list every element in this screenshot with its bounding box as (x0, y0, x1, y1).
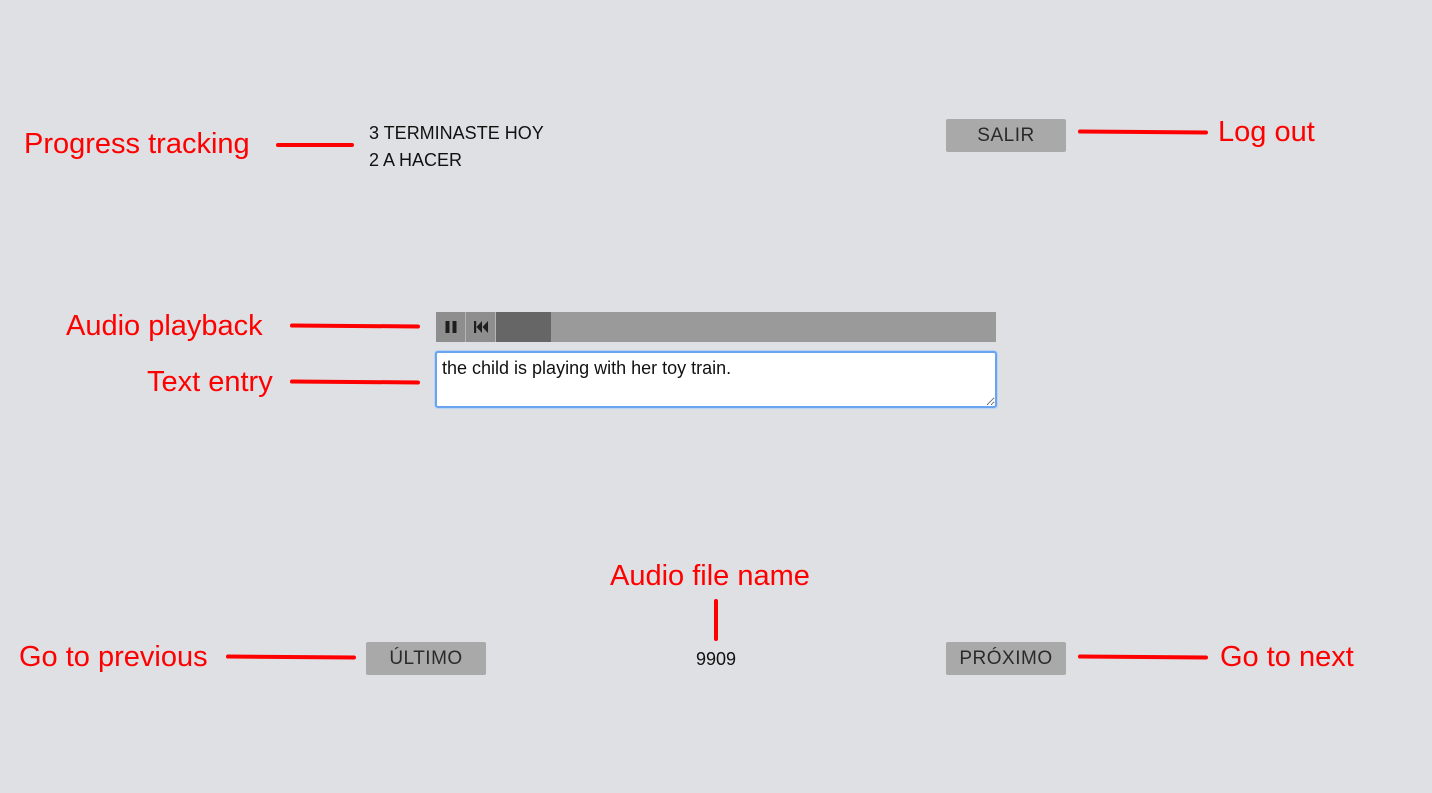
audio-file-name: 9909 (695, 649, 737, 669)
annotation-arrow-text-entry (289, 379, 421, 385)
skip-back-icon (473, 321, 488, 333)
annotation-arrow-logout (1077, 129, 1209, 135)
annotation-go-to-previous: Go to previous (19, 641, 208, 673)
next-button[interactable]: PRÓXIMO (946, 642, 1066, 675)
annotation-log-out: Log out (1218, 116, 1315, 148)
annotation-arrow-file-name (714, 599, 718, 641)
annotation-progress-tracking: Progress tracking (24, 128, 250, 160)
annotation-arrow-previous (225, 654, 357, 660)
progress-done-today: 3 TERMINASTE HOY (369, 123, 544, 143)
rewind-button[interactable] (466, 312, 496, 342)
annotation-arrow-progress (276, 143, 354, 147)
seek-bar[interactable] (496, 312, 996, 342)
annotation-go-to-next: Go to next (1220, 641, 1354, 673)
progress-to-do: 2 A HACER (369, 150, 463, 170)
pause-button[interactable] (436, 312, 466, 342)
previous-button[interactable]: ÚLTIMO (366, 642, 486, 675)
annotation-arrow-next (1077, 654, 1209, 660)
annotation-arrow-playback (289, 323, 421, 329)
annotation-audio-playback: Audio playback (66, 310, 263, 342)
audio-player (436, 312, 996, 342)
transcription-input[interactable]: the child is playing with her toy train. (435, 351, 997, 408)
seek-progress-fill (496, 312, 551, 342)
pause-icon (445, 321, 456, 333)
annotation-audio-file-name: Audio file name (610, 560, 810, 592)
logout-button[interactable]: SALIR (946, 119, 1066, 152)
annotation-text-entry: Text entry (147, 366, 273, 398)
